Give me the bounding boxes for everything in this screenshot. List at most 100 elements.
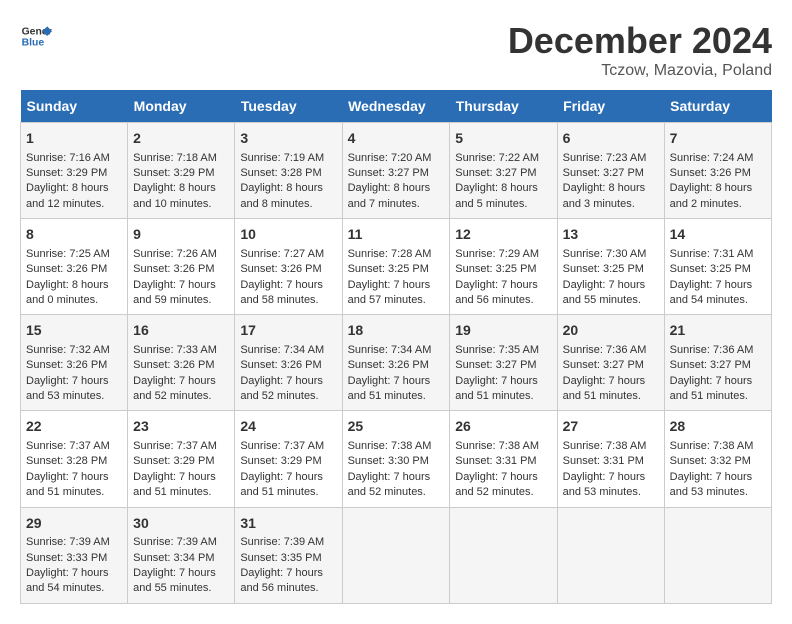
day-number: 26 (455, 417, 551, 437)
sunrise-text: Sunrise: 7:34 AM (240, 344, 324, 356)
day-cell: 12Sunrise: 7:29 AMSunset: 3:25 PMDayligh… (450, 219, 557, 315)
sunrise-text: Sunrise: 7:16 AM (26, 152, 110, 164)
day-cell: 24Sunrise: 7:37 AMSunset: 3:29 PMDayligh… (235, 411, 342, 507)
sunset-text: Sunset: 3:27 PM (563, 359, 644, 371)
sunrise-text: Sunrise: 7:33 AM (133, 344, 217, 356)
week-row-2: 8 Sunrise: 7:25 AM Sunset: 3:26 PM Daylight… (21, 219, 772, 315)
column-header-sunday: Sunday (21, 90, 128, 123)
day-cell: 18Sunrise: 7:34 AMSunset: 3:26 PMDayligh… (342, 315, 450, 411)
day-cell: 6Sunrise: 7:23 AMSunset: 3:27 PMDaylight… (557, 123, 664, 219)
sunset-text: Sunset: 3:27 PM (670, 359, 751, 371)
day-cell: 28Sunrise: 7:38 AMSunset: 3:32 PMDayligh… (664, 411, 771, 507)
day-number: 15 (26, 321, 122, 341)
day-cell: 16Sunrise: 7:33 AMSunset: 3:26 PMDayligh… (128, 315, 235, 411)
day-number: 24 (240, 417, 336, 437)
day-cell (450, 507, 557, 603)
day-number: 2 (133, 129, 229, 149)
day-number: 30 (133, 514, 229, 534)
daylight-text: Daylight: 7 hours and 52 minutes. (240, 375, 323, 402)
logo-icon: General Blue (20, 20, 52, 52)
day-number: 3 (240, 129, 336, 149)
sunset-text: Sunset: 3:35 PM (240, 552, 321, 564)
daylight-text: Daylight: 8 hours and 2 minutes. (670, 182, 753, 209)
svg-text:Blue: Blue (22, 38, 45, 49)
daylight-text: Daylight: 7 hours and 52 minutes. (455, 471, 538, 498)
day-cell (342, 507, 450, 603)
day-number: 31 (240, 514, 336, 534)
sunset-text: Sunset: 3:26 PM (348, 359, 429, 371)
day-number: 17 (240, 321, 336, 341)
sunrise-text: Sunrise: 7:18 AM (133, 152, 217, 164)
day-number: 9 (133, 225, 229, 245)
week-row-1: 1Sunrise: 7:16 AMSunset: 3:29 PMDaylight… (21, 123, 772, 219)
day-cell: 19Sunrise: 7:35 AMSunset: 3:27 PMDayligh… (450, 315, 557, 411)
sunrise-text: Sunrise: 7:23 AM (563, 152, 647, 164)
month-title: December 2024 (508, 20, 772, 62)
week-row-5: 29Sunrise: 7:39 AMSunset: 3:33 PMDayligh… (21, 507, 772, 603)
column-header-thursday: Thursday (450, 90, 557, 123)
day-cell: 9 Sunrise: 7:26 AM Sunset: 3:26 PM Daylight… (128, 219, 235, 315)
daylight-text: Daylight: 8 hours and 0 minutes. (26, 279, 109, 306)
daylight-text: Daylight: 8 hours and 5 minutes. (455, 182, 538, 209)
day-cell: 23Sunrise: 7:37 AMSunset: 3:29 PMDayligh… (128, 411, 235, 507)
sunrise-text: Sunrise: 7:38 AM (455, 440, 539, 452)
sunset-text: Sunset: 3:34 PM (133, 552, 214, 564)
sunrise-text: Sunrise: 7:35 AM (455, 344, 539, 356)
sunrise-text: Sunrise: 7:38 AM (670, 440, 754, 452)
sunset-text: Sunset: 3:27 PM (348, 167, 429, 179)
daylight-text: Daylight: 7 hours and 51 minutes. (240, 471, 323, 498)
sunrise-text: Sunrise: 7:26 AM (133, 248, 217, 260)
sunrise-text: Sunrise: 7:19 AM (240, 152, 324, 164)
day-number: 14 (670, 225, 766, 245)
day-number: 7 (670, 129, 766, 149)
sunrise-text: Sunrise: 7:36 AM (670, 344, 754, 356)
column-header-saturday: Saturday (664, 90, 771, 123)
sunrise-text: Sunrise: 7:37 AM (240, 440, 324, 452)
sunrise-text: Sunrise: 7:29 AM (455, 248, 539, 260)
sunset-text: Sunset: 3:26 PM (133, 263, 214, 275)
sunset-text: Sunset: 3:33 PM (26, 552, 107, 564)
day-cell: 4Sunrise: 7:20 AMSunset: 3:27 PMDaylight… (342, 123, 450, 219)
daylight-text: Daylight: 7 hours and 51 minutes. (348, 375, 431, 402)
daylight-text: Daylight: 8 hours and 3 minutes. (563, 182, 646, 209)
day-number: 23 (133, 417, 229, 437)
daylight-text: Daylight: 7 hours and 59 minutes. (133, 279, 216, 306)
daylight-text: Daylight: 7 hours and 53 minutes. (26, 375, 109, 402)
day-cell: 15Sunrise: 7:32 AMSunset: 3:26 PMDayligh… (21, 315, 128, 411)
day-cell (664, 507, 771, 603)
daylight-text: Daylight: 7 hours and 53 minutes. (563, 471, 646, 498)
sunrise-text: Sunrise: 7:39 AM (240, 536, 324, 548)
week-row-3: 15Sunrise: 7:32 AMSunset: 3:26 PMDayligh… (21, 315, 772, 411)
sunrise-text: Sunrise: 7:28 AM (348, 248, 432, 260)
day-number: 13 (563, 225, 659, 245)
day-cell: 11Sunrise: 7:28 AMSunset: 3:25 PMDayligh… (342, 219, 450, 315)
sunset-text: Sunset: 3:26 PM (26, 263, 107, 275)
calendar-table: SundayMondayTuesdayWednesdayThursdayFrid… (20, 90, 772, 604)
title-area: December 2024 Tczow, Mazovia, Poland (508, 20, 772, 80)
sunrise-text: Sunrise: 7:37 AM (26, 440, 110, 452)
day-number: 10 (240, 225, 336, 245)
day-number: 16 (133, 321, 229, 341)
location-title: Tczow, Mazovia, Poland (508, 62, 772, 80)
day-number: 18 (348, 321, 445, 341)
day-cell (557, 507, 664, 603)
column-header-friday: Friday (557, 90, 664, 123)
daylight-text: Daylight: 7 hours and 57 minutes. (348, 279, 431, 306)
day-number: 8 (26, 225, 122, 245)
daylight-text: Daylight: 7 hours and 51 minutes. (26, 471, 109, 498)
day-cell: 3Sunrise: 7:19 AMSunset: 3:28 PMDaylight… (235, 123, 342, 219)
sunset-text: Sunset: 3:25 PM (455, 263, 536, 275)
sunrise-text: Sunrise: 7:38 AM (348, 440, 432, 452)
sunrise-text: Sunrise: 7:25 AM (26, 248, 110, 260)
day-cell: 26Sunrise: 7:38 AMSunset: 3:31 PMDayligh… (450, 411, 557, 507)
day-number: 6 (563, 129, 659, 149)
daylight-text: Daylight: 8 hours and 10 minutes. (133, 182, 216, 209)
day-cell: 8 Sunrise: 7:25 AM Sunset: 3:26 PM Daylight… (21, 219, 128, 315)
sunset-text: Sunset: 3:26 PM (240, 263, 321, 275)
sunset-text: Sunset: 3:30 PM (348, 455, 429, 467)
day-number: 19 (455, 321, 551, 341)
day-cell: 20Sunrise: 7:36 AMSunset: 3:27 PMDayligh… (557, 315, 664, 411)
sunset-text: Sunset: 3:32 PM (670, 455, 751, 467)
sunset-text: Sunset: 3:29 PM (26, 167, 107, 179)
sunrise-text: Sunrise: 7:38 AM (563, 440, 647, 452)
